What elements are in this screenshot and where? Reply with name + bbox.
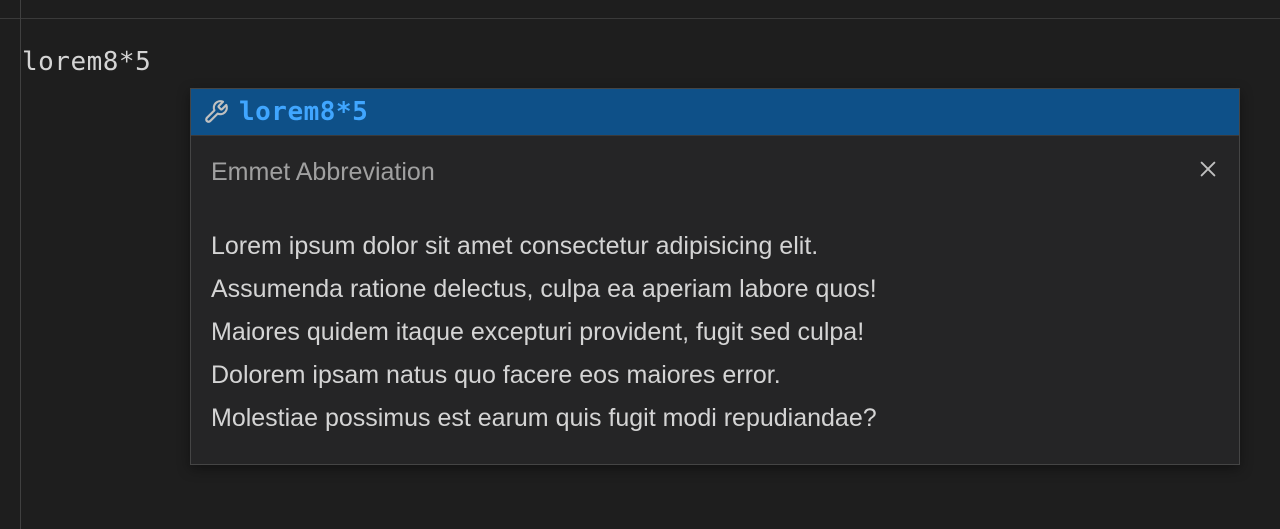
editor-gutter-line [20,0,21,529]
preview-line: Lorem ipsum dolor sit amet consectetur a… [211,225,1219,268]
preview-line: Assumenda ratione delectus, culpa ea ape… [211,268,1219,311]
preview-line: Molestiae possimus est earum quis fugit … [211,397,1219,440]
suggestion-item-selected[interactable]: lorem8*5 [191,89,1239,135]
suggestion-preview: Lorem ipsum dolor sit amet consectetur a… [211,225,1219,440]
close-icon[interactable] [1197,158,1219,180]
wrench-icon [203,99,229,125]
suggestion-details-title: Emmet Abbreviation [211,158,1219,187]
preview-line: Dolorem ipsam natus quo facere eos maior… [211,354,1219,397]
preview-line: Maiores quidem itaque excepturi providen… [211,311,1219,354]
suggestion-popup: lorem8*5 Emmet Abbreviation Lorem ipsum … [190,88,1240,465]
editor-typed-text[interactable]: lorem8*5 [22,47,151,77]
editor-line-separator [0,18,1280,58]
suggestion-details: Emmet Abbreviation Lorem ipsum dolor sit… [191,135,1239,464]
suggestion-label: lorem8*5 [239,97,368,127]
